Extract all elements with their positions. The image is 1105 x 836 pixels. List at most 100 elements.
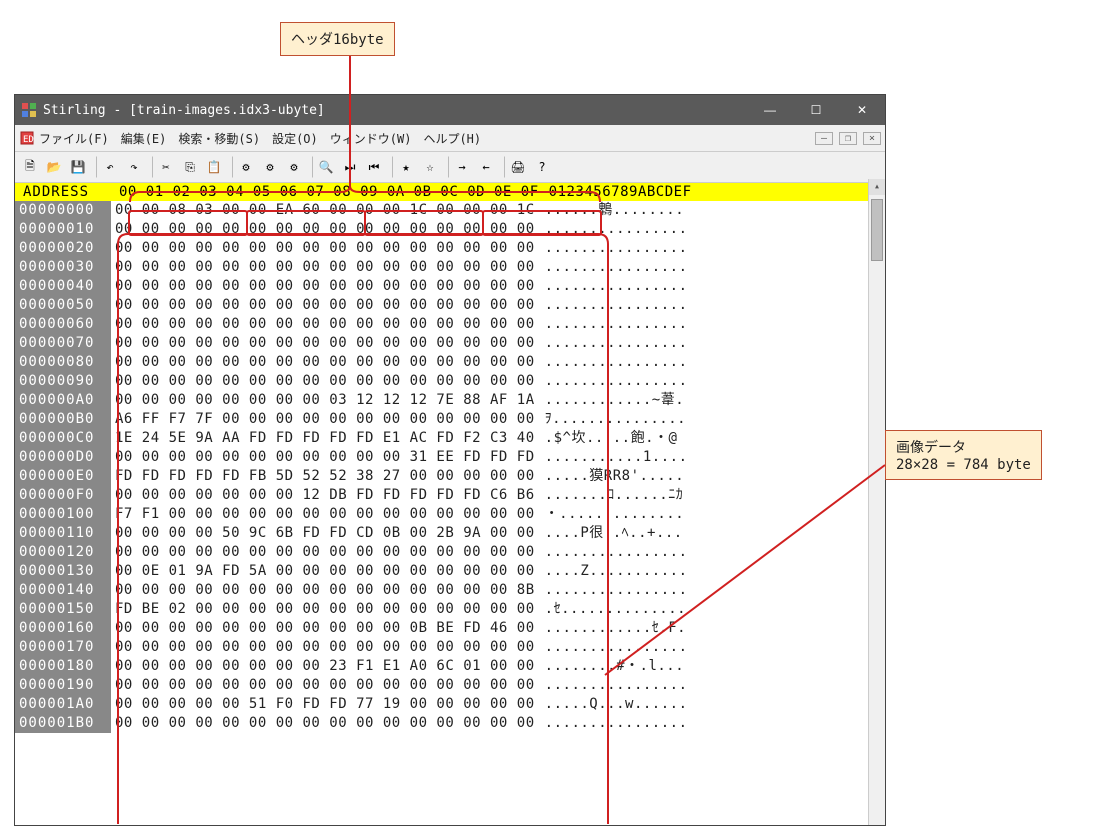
hex-row[interactable]: 0000009000 00 00 00 00 00 00 00 00 00 00… bbox=[15, 372, 885, 391]
hex-ascii[interactable]: ........#・.l... bbox=[535, 657, 685, 676]
mark2-icon[interactable]: ☆ bbox=[419, 156, 441, 178]
hex-ascii[interactable]: ................ bbox=[535, 714, 688, 733]
hex-bytes[interactable]: 00 00 00 00 00 00 00 00 03 12 12 12 7E 8… bbox=[111, 391, 535, 410]
hex-row[interactable]: 0000019000 00 00 00 00 00 00 00 00 00 00… bbox=[15, 676, 885, 695]
hex-ascii[interactable]: ....P很..ﾍ..+... bbox=[535, 524, 683, 543]
hex-row[interactable]: 000001B000 00 00 00 00 00 00 00 00 00 00… bbox=[15, 714, 885, 733]
mark-icon[interactable]: ★ bbox=[395, 156, 417, 178]
hex-row[interactable]: 000000F000 00 00 00 00 00 00 12 DB FD FD… bbox=[15, 486, 885, 505]
hex-row[interactable]: 000000B0A6 FF F7 7F 00 00 00 00 00 00 00… bbox=[15, 410, 885, 429]
hex-row[interactable]: 0000002000 00 00 00 00 00 00 00 00 00 00… bbox=[15, 239, 885, 258]
hex-ascii[interactable]: ...........1.... bbox=[535, 448, 688, 467]
hex-row[interactable]: 0000000000 00 08 03 00 00 EA 60 00 00 00… bbox=[15, 201, 885, 220]
hex-row[interactable]: 0000005000 00 00 00 00 00 00 00 00 00 00… bbox=[15, 296, 885, 315]
goto2-icon[interactable]: ← bbox=[475, 156, 497, 178]
hex-row[interactable]: 0000001000 00 00 00 00 00 00 00 00 00 00… bbox=[15, 220, 885, 239]
hex-bytes[interactable]: F7 F1 00 00 00 00 00 00 00 00 00 00 00 0… bbox=[111, 505, 535, 524]
hex-bytes[interactable]: 00 00 00 00 00 00 00 12 DB FD FD FD FD F… bbox=[111, 486, 535, 505]
hex-row[interactable]: 0000004000 00 00 00 00 00 00 00 00 00 00… bbox=[15, 277, 885, 296]
menu-edit[interactable]: 編集(E) bbox=[121, 130, 167, 147]
hex-ascii[interactable]: ................ bbox=[535, 581, 688, 600]
hex-ascii[interactable]: ................ bbox=[535, 676, 688, 695]
hex-bytes[interactable]: 00 00 00 00 00 00 00 00 00 00 00 00 00 0… bbox=[111, 277, 535, 296]
hex-bytes[interactable]: 00 00 00 00 00 00 00 00 00 00 00 00 00 0… bbox=[111, 638, 535, 657]
hex-ascii[interactable]: ................ bbox=[535, 220, 688, 239]
hex-row[interactable]: 00000100F7 F1 00 00 00 00 00 00 00 00 00… bbox=[15, 505, 885, 524]
hex-ascii[interactable]: ................ bbox=[535, 277, 688, 296]
hex-row[interactable]: 0000012000 00 00 00 00 00 00 00 00 00 00… bbox=[15, 543, 885, 562]
hex-bytes[interactable]: 00 00 00 00 00 00 00 00 00 00 00 00 00 0… bbox=[111, 353, 535, 372]
hex-ascii[interactable]: ................ bbox=[535, 353, 688, 372]
cut-icon[interactable]: ✂ bbox=[155, 156, 177, 178]
new-icon[interactable]: 🗎 bbox=[19, 156, 41, 178]
hex-ascii[interactable]: .$^坎.....飽.・@ bbox=[535, 429, 678, 448]
tool3-icon[interactable]: ⚙ bbox=[283, 156, 305, 178]
paste-icon[interactable]: 📋 bbox=[203, 156, 225, 178]
hex-bytes[interactable]: 00 00 00 00 00 00 00 00 00 00 00 00 00 0… bbox=[111, 372, 535, 391]
hex-bytes[interactable]: 00 00 08 03 00 00 EA 60 00 00 00 1C 00 0… bbox=[111, 201, 535, 220]
hex-row[interactable]: 0000018000 00 00 00 00 00 00 00 23 F1 E1… bbox=[15, 657, 885, 676]
hex-ascii[interactable]: ................ bbox=[535, 638, 688, 657]
mdi-close-button[interactable]: × bbox=[863, 132, 881, 145]
vertical-scrollbar[interactable]: ▴ bbox=[868, 179, 885, 825]
hex-view[interactable]: 0000000000 00 08 03 00 00 EA 60 00 00 00… bbox=[15, 201, 885, 733]
hex-bytes[interactable]: A6 FF F7 7F 00 00 00 00 00 00 00 00 00 0… bbox=[111, 410, 535, 429]
hex-bytes[interactable]: 00 00 00 00 50 9C 6B FD FD CD 0B 00 2B 9… bbox=[111, 524, 535, 543]
hex-row[interactable]: 000000A000 00 00 00 00 00 00 00 03 12 12… bbox=[15, 391, 885, 410]
hex-ascii[interactable]: ....Z........... bbox=[535, 562, 688, 581]
hex-bytes[interactable]: 00 00 00 00 00 51 F0 FD FD 77 19 00 00 0… bbox=[111, 695, 535, 714]
hex-row[interactable]: 0000014000 00 00 00 00 00 00 00 00 00 00… bbox=[15, 581, 885, 600]
hex-ascii[interactable]: ｦ............... bbox=[535, 410, 686, 429]
close-button[interactable]: ✕ bbox=[839, 95, 885, 125]
hex-bytes[interactable]: FD BE 02 00 00 00 00 00 00 00 00 00 00 0… bbox=[111, 600, 535, 619]
hex-bytes[interactable]: 00 00 00 00 00 00 00 00 00 00 00 00 00 0… bbox=[111, 334, 535, 353]
hex-bytes[interactable]: 00 00 00 00 00 00 00 00 00 00 00 00 00 0… bbox=[111, 714, 535, 733]
hex-ascii[interactable]: ................ bbox=[535, 315, 688, 334]
undo-icon[interactable]: ↶ bbox=[99, 156, 121, 178]
tool-icon[interactable]: ⚙ bbox=[235, 156, 257, 178]
hex-bytes[interactable]: 00 00 00 00 00 00 00 00 00 00 00 31 EE F… bbox=[111, 448, 535, 467]
hex-row[interactable]: 0000008000 00 00 00 00 00 00 00 00 00 00… bbox=[15, 353, 885, 372]
maximize-button[interactable]: ☐ bbox=[793, 95, 839, 125]
open-icon[interactable]: 📂 bbox=[43, 156, 65, 178]
redo-icon[interactable]: ↷ bbox=[123, 156, 145, 178]
hex-bytes[interactable]: 00 00 00 00 00 00 00 00 00 00 00 00 00 0… bbox=[111, 315, 535, 334]
hex-row[interactable]: 0000003000 00 00 00 00 00 00 00 00 00 00… bbox=[15, 258, 885, 277]
hex-ascii[interactable]: .....獏RR8'..... bbox=[535, 467, 685, 486]
hex-row[interactable]: 000000D000 00 00 00 00 00 00 00 00 00 00… bbox=[15, 448, 885, 467]
mdi-minimize-button[interactable]: – bbox=[815, 132, 833, 145]
goto-icon[interactable]: → bbox=[451, 156, 473, 178]
hex-row[interactable]: 0000013000 0E 01 9A FD 5A 00 00 00 00 00… bbox=[15, 562, 885, 581]
find-prev-icon[interactable]: ⏮ bbox=[363, 156, 385, 178]
print-icon[interactable]: 🖨 bbox=[507, 156, 529, 178]
hex-ascii[interactable]: ................ bbox=[535, 296, 688, 315]
menu-settings[interactable]: 設定(O) bbox=[272, 130, 318, 147]
hex-row[interactable]: 00000150FD BE 02 00 00 00 00 00 00 00 00… bbox=[15, 600, 885, 619]
hex-bytes[interactable]: 00 00 00 00 00 00 00 00 00 00 00 00 00 0… bbox=[111, 543, 535, 562]
hex-bytes[interactable]: 00 00 00 00 00 00 00 00 23 F1 E1 A0 6C 0… bbox=[111, 657, 535, 676]
hex-row[interactable]: 0000007000 00 00 00 00 00 00 00 00 00 00… bbox=[15, 334, 885, 353]
hex-bytes[interactable]: FD FD FD FD FD FB 5D 52 52 38 27 00 00 0… bbox=[111, 467, 535, 486]
hex-ascii[interactable]: .....Q...w...... bbox=[535, 695, 688, 714]
menu-file[interactable]: ファイル(F) bbox=[39, 130, 109, 147]
hex-bytes[interactable]: 00 00 00 00 00 00 00 00 00 00 00 00 00 0… bbox=[111, 220, 535, 239]
hex-ascii[interactable]: ................ bbox=[535, 239, 688, 258]
hex-bytes[interactable]: 00 00 00 00 00 00 00 00 00 00 00 00 00 0… bbox=[111, 296, 535, 315]
minimize-button[interactable]: — bbox=[747, 95, 793, 125]
hex-ascii[interactable]: ............~葦. bbox=[535, 391, 685, 410]
hex-ascii[interactable]: ......鵯........ bbox=[535, 201, 685, 220]
hex-bytes[interactable]: 1E 24 5E 9A AA FD FD FD FD FD E1 AC FD F… bbox=[111, 429, 535, 448]
save-icon[interactable]: 💾 bbox=[67, 156, 89, 178]
scroll-up-icon[interactable]: ▴ bbox=[869, 179, 885, 195]
tool2-icon[interactable]: ⚙ bbox=[259, 156, 281, 178]
hex-row[interactable]: 0000016000 00 00 00 00 00 00 00 00 00 00… bbox=[15, 619, 885, 638]
hex-ascii[interactable]: ................ bbox=[535, 258, 688, 277]
hex-row[interactable]: 0000011000 00 00 00 50 9C 6B FD FD CD 0B… bbox=[15, 524, 885, 543]
menu-help[interactable]: ヘルプ(H) bbox=[423, 130, 481, 147]
find-next-icon[interactable]: ⏭ bbox=[339, 156, 361, 178]
hex-ascii[interactable]: ................ bbox=[535, 372, 688, 391]
hex-ascii[interactable]: .......ﾛ......ﾆｶ bbox=[535, 486, 684, 505]
menu-window[interactable]: ウィンドウ(W) bbox=[330, 130, 412, 147]
hex-bytes[interactable]: 00 00 00 00 00 00 00 00 00 00 00 0B BE F… bbox=[111, 619, 535, 638]
find-icon[interactable]: 🔍 bbox=[315, 156, 337, 178]
